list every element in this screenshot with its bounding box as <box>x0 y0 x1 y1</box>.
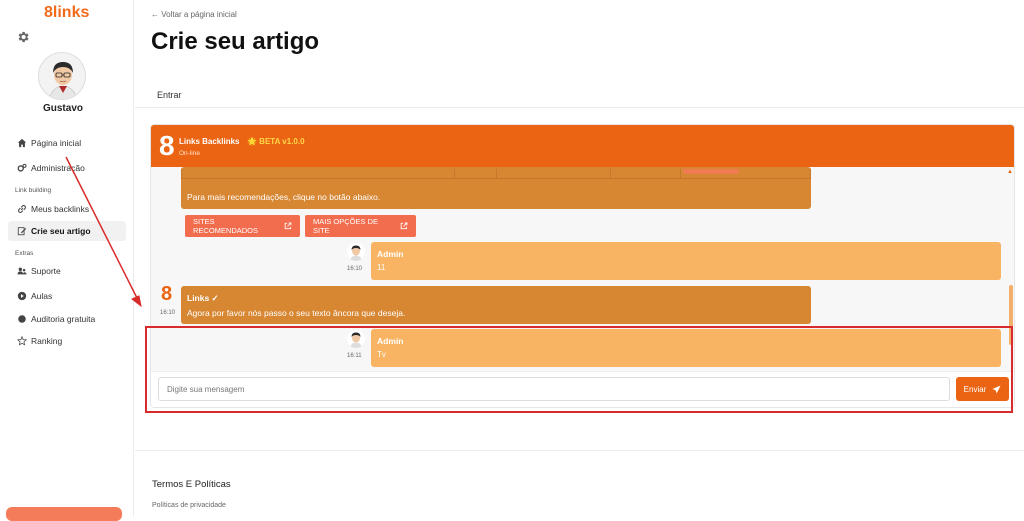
sidebar-item-label: Aulas <box>31 291 53 301</box>
sidebar-item-label: Ranking <box>31 336 63 346</box>
message-time: 16:10 <box>160 310 176 316</box>
chat-title: Links Backlinks <box>179 137 240 146</box>
sidebar-item-ranking[interactable]: Ranking <box>8 331 126 351</box>
footer-divider <box>135 450 1024 451</box>
chat-header: 8 Links Backlinks 🌟 BETA v1.0.0 On-line <box>151 125 1014 167</box>
section-extras: Extras <box>15 250 34 257</box>
sidebar-item-label: Crie seu artigo <box>31 226 91 236</box>
chat-brand-logo: 8 <box>159 130 175 161</box>
sidebar-item-label: Página inicial <box>31 138 82 148</box>
privacy-link[interactable]: Políticas de privacidade <box>152 502 226 509</box>
sites-recommended-label: SITES RECOMENDADOS <box>193 217 259 235</box>
more-site-options-label: MAIS OPÇÕES DE SITE <box>313 217 379 235</box>
sites-recommended-button[interactable]: SITES RECOMENDADOS <box>185 215 300 237</box>
sidebar-item-backlinks[interactable]: Meus backlinks <box>8 199 126 219</box>
sidebar-item-label: Administração <box>31 163 85 173</box>
edit-icon <box>16 226 27 237</box>
admin-avatar <box>347 330 365 348</box>
back-link[interactable]: ← Voltar a página inicial <box>151 10 237 19</box>
chat-composer: Enviar <box>151 371 1014 407</box>
sender-name: Links ✓ <box>187 293 219 303</box>
home-icon <box>16 138 27 149</box>
external-link-icon <box>285 222 292 230</box>
more-site-options-button[interactable]: MAIS OPÇÕES DE SITE <box>305 215 416 237</box>
section-link-building: Link building <box>15 187 52 194</box>
bot-message: Links ✓ Agora por favor nós passo o seu … <box>181 286 811 324</box>
user-name: Gustavo <box>42 103 83 114</box>
sidebar-item-label: Suporte <box>31 266 61 276</box>
sidebar-item-classes[interactable]: Aulas <box>8 286 126 306</box>
page-title: Crie seu artigo <box>151 28 320 55</box>
chat-scrollbar[interactable] <box>1009 285 1013 345</box>
bot-avatar-logo: 8 <box>161 283 173 305</box>
link-icon <box>16 204 27 215</box>
table-cell <box>182 169 455 179</box>
sidebar-item-create-article[interactable]: Crie seu artigo <box>8 221 126 241</box>
message-text: 11 <box>377 263 386 272</box>
table-cell <box>455 169 497 179</box>
message-input[interactable] <box>158 377 950 401</box>
footer-title: Termos E Políticas <box>152 479 231 490</box>
message-text: Tv <box>377 350 386 359</box>
gear-icon[interactable] <box>16 30 30 44</box>
table-cell <box>611 169 681 179</box>
tab-bar: Entrar <box>135 84 1024 108</box>
sidebar-item-audit[interactable]: Auditoria gratuita <box>8 309 126 329</box>
beta-badge: 🌟 BETA v1.0.0 <box>247 137 305 146</box>
tab-entrar[interactable]: Entrar <box>157 90 182 100</box>
sidebar-item-support[interactable]: Suporte <box>8 261 126 281</box>
send-button-label: Enviar <box>963 384 987 394</box>
users-icon <box>16 266 27 277</box>
sidebar-item-admin[interactable]: Administração <box>8 158 126 178</box>
main-content: ← Voltar a página inicial Crie seu artig… <box>135 0 1024 517</box>
sidebar-item-label: Meus backlinks <box>31 204 90 214</box>
table-action-button[interactable] <box>683 169 739 174</box>
scroll-up-arrow[interactable]: ▲ <box>1007 169 1013 175</box>
sidebar-item-home[interactable]: Página inicial <box>8 133 126 153</box>
paper-plane-icon <box>992 384 1001 394</box>
external-link-icon <box>400 222 408 230</box>
chat-status: On-line <box>179 150 200 157</box>
play-circle-icon <box>16 291 27 302</box>
avatar[interactable] <box>38 52 86 100</box>
table-cell <box>497 169 611 179</box>
avatar-illustration <box>39 53 85 99</box>
message-time: 16:11 <box>347 353 362 359</box>
cogs-icon <box>16 163 27 174</box>
admin-avatar <box>347 243 365 261</box>
send-button[interactable]: Enviar <box>956 377 1009 401</box>
app-logo[interactable]: 8links <box>44 4 89 22</box>
recommend-text: Para mais recomendações, clique no botão… <box>187 192 381 202</box>
chat-widget: 8 Links Backlinks 🌟 BETA v1.0.0 On-line … <box>150 124 1015 408</box>
sender-name: Admin <box>377 336 404 346</box>
sidebar-bottom-button[interactable] <box>6 507 122 521</box>
sender-name: Admin <box>377 249 404 259</box>
message-text: Agora por favor nós passo o seu texto ân… <box>187 308 406 318</box>
message-time: 16:10 <box>347 266 363 272</box>
sidebar: 8links Gustavo Página inicial Administra… <box>0 0 134 521</box>
admin-message: Admin 11 <box>371 242 1001 280</box>
star-icon <box>16 336 27 347</box>
sidebar-item-label: Auditoria gratuita <box>31 314 96 324</box>
circle-icon <box>16 314 27 325</box>
admin-message: Admin Tv <box>371 329 1001 367</box>
